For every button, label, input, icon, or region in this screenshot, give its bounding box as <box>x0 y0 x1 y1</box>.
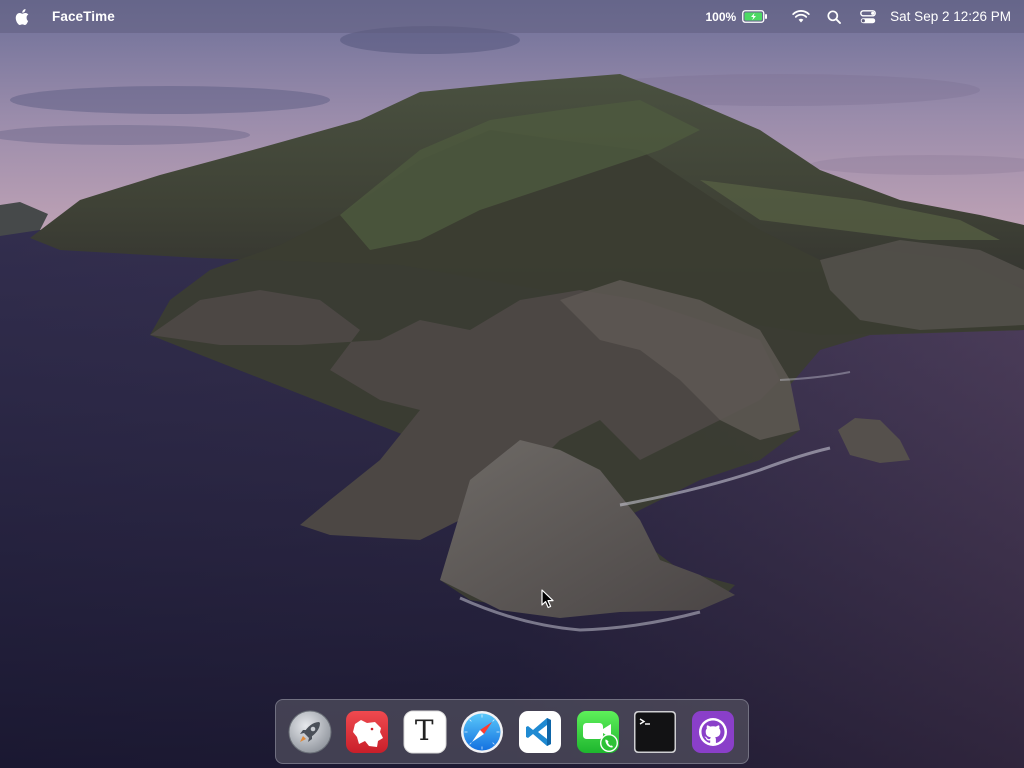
dock-item-safari[interactable] <box>460 709 505 755</box>
vscode-icon <box>519 710 562 753</box>
compass-icon <box>461 710 504 753</box>
dock-item-launchpad[interactable] <box>287 709 332 755</box>
facetime-icon <box>576 710 619 753</box>
dock-item-bear[interactable] <box>345 709 390 755</box>
dock-item-typora[interactable]: T <box>402 709 447 755</box>
wifi-icon[interactable] <box>792 10 810 24</box>
active-app-name[interactable]: FaceTime <box>52 9 115 24</box>
dock-item-facetime[interactable] <box>575 709 620 755</box>
control-center-icon[interactable] <box>860 9 877 24</box>
mouse-cursor-icon <box>541 589 555 609</box>
typora-glyph: T <box>414 714 434 747</box>
dock: T <box>275 699 749 764</box>
battery-percentage: 100% <box>705 9 737 24</box>
bear-icon <box>346 710 389 753</box>
battery-charging-icon[interactable] <box>742 10 768 24</box>
desktop-wallpaper <box>0 0 1024 768</box>
dock-item-vscode[interactable] <box>518 709 563 755</box>
search-icon[interactable] <box>827 9 842 24</box>
menubar-clock[interactable]: Sat Sep 2 12:26 PM <box>890 9 1011 24</box>
terminal-icon <box>634 710 677 753</box>
apple-icon[interactable] <box>15 8 31 26</box>
menu-bar: FaceTime 100% Sat Sep 2 12:26 PM <box>0 0 1024 33</box>
dock-item-github[interactable] <box>690 709 735 755</box>
dock-item-terminal[interactable] <box>633 709 678 755</box>
github-icon <box>691 710 734 753</box>
rocket-icon <box>288 710 332 753</box>
